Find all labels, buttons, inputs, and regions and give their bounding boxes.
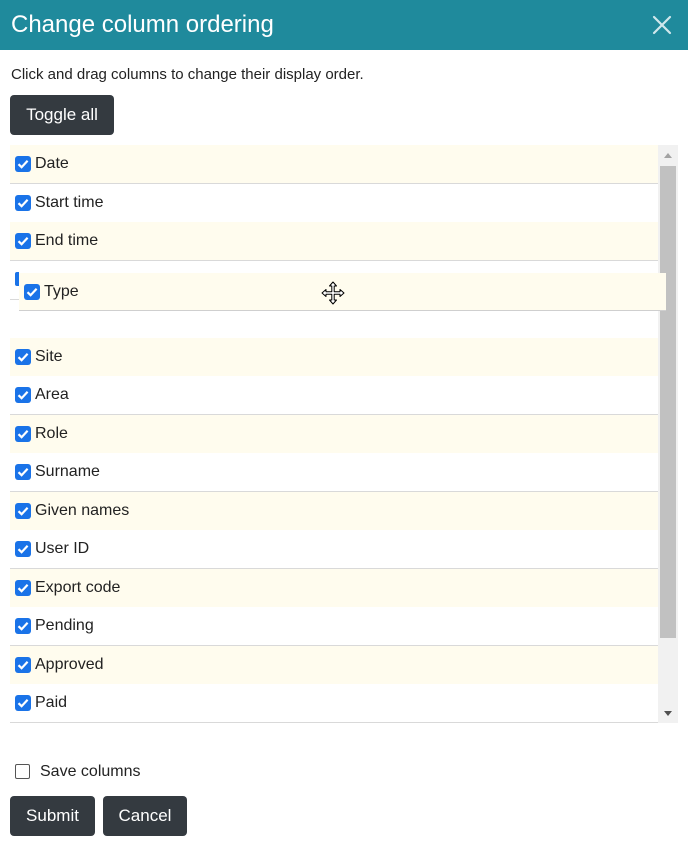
checkbox-checked[interactable] [15, 695, 31, 711]
dialog-title: Change column ordering [11, 11, 274, 38]
scroll-up-arrow-icon[interactable] [658, 145, 678, 165]
checkbox-checked[interactable] [15, 426, 31, 442]
scroll-down-arrow-icon[interactable] [658, 703, 678, 723]
column-label: Role [35, 425, 68, 442]
column-row-approved[interactable]: Approved [10, 646, 658, 685]
column-row-area[interactable]: Area [10, 376, 658, 415]
dialog-header: Change column ordering [0, 0, 688, 50]
checkbox-checked[interactable] [15, 195, 31, 211]
checkbox-checked[interactable] [15, 503, 31, 519]
column-label: Site [35, 348, 63, 365]
checkbox-checked[interactable] [15, 233, 31, 249]
column-row-end-time[interactable]: End time [10, 222, 658, 261]
checkbox-checked[interactable] [15, 618, 31, 634]
instruction-text: Click and drag columns to change their d… [11, 66, 364, 83]
checkbox-checked[interactable] [15, 580, 31, 596]
column-label: Type [44, 283, 79, 300]
column-label: Export code [35, 579, 121, 596]
submit-button[interactable]: Submit [10, 796, 95, 836]
cancel-button[interactable]: Cancel [103, 796, 187, 836]
column-label: Paid [35, 694, 68, 711]
column-row-pending[interactable]: Pending [10, 607, 658, 646]
checkbox-checked[interactable] [15, 156, 31, 172]
dragged-column-row-type[interactable]: Type [19, 273, 666, 311]
column-label: Given names [35, 502, 130, 519]
column-row-paid[interactable]: Paid [10, 684, 658, 723]
column-label: End time [35, 232, 99, 249]
column-list[interactable]: Date Start time End time Site Area Role [10, 145, 678, 723]
column-label: Pending [35, 617, 94, 634]
checkbox-checked[interactable] [15, 541, 31, 557]
column-row-export-code[interactable]: Export code [10, 569, 658, 608]
column-row-surname[interactable]: Surname [10, 453, 658, 492]
checkbox-checked[interactable] [15, 387, 31, 403]
column-label: Date [35, 155, 69, 172]
column-label: User ID [35, 540, 90, 557]
scrollbar-thumb[interactable] [660, 166, 676, 638]
column-row-site[interactable]: Site [10, 338, 658, 377]
checkbox-checked[interactable] [15, 657, 31, 673]
move-cursor-icon [321, 281, 345, 305]
column-row-given-names[interactable]: Given names [10, 492, 658, 531]
list-scrollbar[interactable] [658, 145, 678, 723]
column-label: Area [35, 386, 69, 403]
save-columns-label: Save columns [40, 763, 141, 780]
close-icon[interactable] [652, 12, 672, 36]
column-label: Approved [35, 656, 104, 673]
checkbox-checked[interactable] [24, 284, 40, 300]
save-columns-checkbox[interactable] [15, 764, 30, 779]
checkbox-checked[interactable] [15, 349, 31, 365]
column-row-user-id[interactable]: User ID [10, 530, 658, 569]
column-row-start-time[interactable]: Start time [10, 184, 658, 223]
column-label: Surname [35, 463, 100, 480]
column-row-date[interactable]: Date [10, 145, 658, 184]
toggle-all-button[interactable]: Toggle all [10, 95, 114, 135]
checkbox-checked[interactable] [15, 464, 31, 480]
column-row-role[interactable]: Role [10, 415, 658, 454]
column-label: Start time [35, 194, 104, 211]
